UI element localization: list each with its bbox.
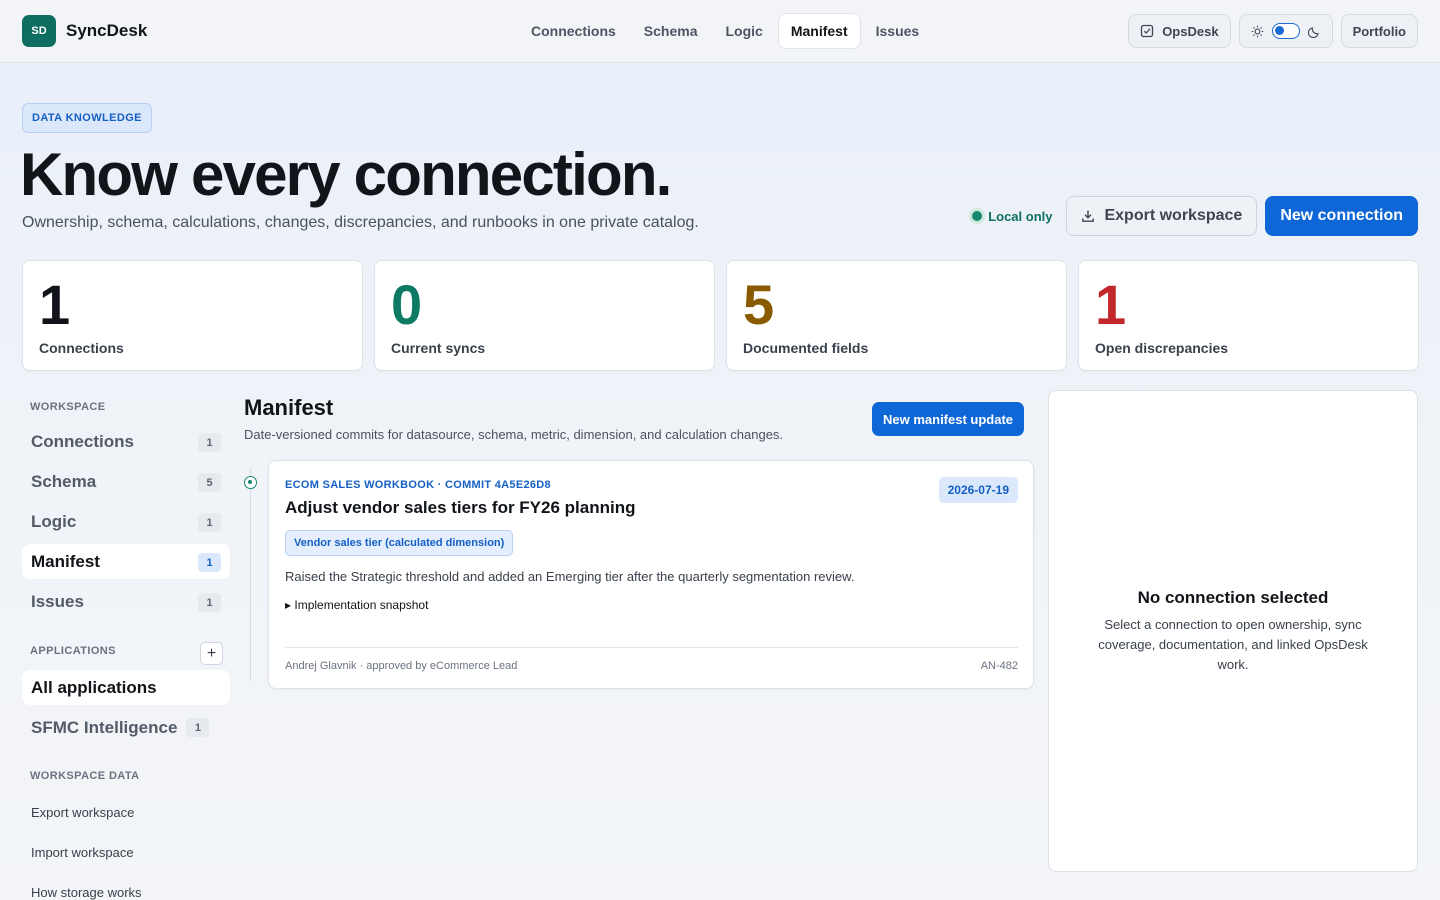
sidebar-item-label: Manifest — [31, 551, 100, 571]
count-badge: 1 — [198, 593, 221, 612]
count-badge: 5 — [198, 473, 221, 492]
sidebar-item-label: Connections — [31, 431, 134, 451]
connection-detail-panel: No connection selected Select a connecti… — [1048, 390, 1418, 872]
hero-eyebrow: DATA KNOWLEDGE — [22, 103, 152, 133]
portfolio-button[interactable]: Portfolio — [1340, 14, 1418, 48]
checkbox-icon — [1140, 24, 1154, 38]
timeline-line — [250, 468, 251, 681]
entry-description: Raised the Strategic threshold and added… — [285, 569, 855, 584]
stat-label: Current syncs — [391, 340, 486, 356]
stat-card-current-syncs: 0 Current syncs — [374, 260, 715, 371]
nav-manifest[interactable]: Manifest — [777, 13, 861, 49]
entry-field-tag[interactable]: Vendor sales tier (calculated dimension) — [285, 530, 514, 556]
export-workspace-button[interactable]: Export workspace — [1066, 196, 1258, 236]
export-workspace-label: Export workspace — [1104, 207, 1243, 224]
import-workspace-link[interactable]: Import workspace — [31, 845, 134, 860]
opsdesk-label: OpsDesk — [1162, 23, 1219, 39]
storage-status: Local only — [972, 209, 1052, 224]
new-connection-button[interactable]: New connection — [1265, 196, 1418, 236]
sidebar-item-label: Logic — [31, 511, 77, 531]
count-badge: 1 — [198, 513, 221, 532]
manifest-entry-card[interactable]: ECOM SALES WORKBOOK · COMMIT 4A5E26D8 20… — [268, 460, 1034, 689]
count-badge: 1 — [198, 433, 221, 452]
stat-label: Documented fields — [743, 340, 869, 356]
stat-value: 0 — [391, 273, 423, 336]
nav-schema[interactable]: Schema — [631, 13, 711, 49]
nav-connections[interactable]: Connections — [518, 13, 629, 49]
sidebar-item-label: All applications — [31, 677, 157, 697]
top-bar: SD SyncDesk Connections Schema Logic Man… — [0, 0, 1440, 63]
logo-badge[interactable]: SD — [22, 15, 56, 47]
implementation-snapshot-toggle[interactable]: ▸ Implementation snapshot — [285, 598, 428, 612]
sidebar-item-connections[interactable]: Connections 1 — [22, 424, 230, 459]
stat-card-open-discrepancies: 1 Open discrepancies — [1078, 260, 1419, 371]
sun-icon — [1251, 25, 1264, 38]
stat-card-connections: 1 Connections — [22, 260, 363, 371]
sidebar-item-label: SFMC Intelligence — [31, 717, 178, 737]
status-dot-icon — [972, 211, 983, 221]
app-name[interactable]: SyncDesk — [66, 21, 147, 41]
count-badge: 1 — [186, 718, 210, 737]
sidebar-item-label: Issues — [31, 591, 84, 611]
stat-value: 1 — [1095, 273, 1127, 336]
timeline-dot-icon — [244, 476, 257, 489]
sidebar-item-all-applications[interactable]: All applications — [22, 670, 230, 705]
sidebar-item-manifest[interactable]: Manifest 1 — [22, 544, 230, 579]
moon-icon — [1307, 25, 1321, 38]
download-icon — [1081, 209, 1095, 223]
stat-value: 1 — [39, 273, 71, 336]
add-application-button[interactable]: + — [200, 642, 223, 665]
opsdesk-button[interactable]: OpsDesk — [1128, 14, 1231, 48]
stat-label: Open discrepancies — [1095, 340, 1229, 356]
entry-author: Andrej Glavnik · approved by eCommerce L… — [285, 660, 518, 672]
nav-issues[interactable]: Issues — [863, 13, 933, 49]
sidebar-item-label: Schema — [31, 471, 97, 491]
stats-row: 1 Connections 0 Current syncs 5 Document… — [22, 260, 1419, 371]
theme-switch[interactable] — [1238, 14, 1333, 48]
nav-logic[interactable]: Logic — [712, 13, 775, 49]
sidebar-item-logic[interactable]: Logic 1 — [22, 504, 230, 539]
stat-label: Connections — [39, 340, 124, 356]
storage-info-link[interactable]: How storage works — [31, 885, 142, 900]
sidebar-heading-workspace: WORKSPACE — [30, 401, 106, 413]
empty-state-text: Select a connection to open ownership, s… — [1098, 617, 1368, 672]
entry-date-badge: 2026-07-19 — [938, 477, 1018, 503]
sidebar-item-sfmc-intelligence[interactable]: SFMC Intelligence 1 — [22, 710, 230, 745]
top-actions: OpsDesk Portfolio — [1128, 14, 1418, 48]
empty-state-title: No connection selected — [1137, 588, 1329, 607]
section-title: Manifest — [244, 395, 334, 420]
sidebar-heading-workspace-data: WORKSPACE DATA — [30, 770, 140, 782]
entry-reference: AN-482 — [980, 660, 1018, 672]
divider — [285, 647, 1018, 648]
page-subtitle: Ownership, schema, calculations, changes… — [22, 214, 699, 231]
storage-status-label: Local only — [988, 208, 1053, 224]
sidebar-item-schema[interactable]: Schema 5 — [22, 464, 230, 499]
entry-title: Adjust vendor sales tiers for FY26 plann… — [285, 498, 636, 517]
theme-toggle[interactable] — [1271, 23, 1300, 39]
stat-value: 5 — [743, 273, 775, 336]
sidebar-heading-applications: APPLICATIONS — [30, 645, 116, 657]
sidebar-item-issues[interactable]: Issues 1 — [22, 584, 230, 619]
stat-card-documented-fields: 5 Documented fields — [726, 260, 1067, 371]
export-workspace-link[interactable]: Export workspace — [31, 805, 134, 820]
hero-actions: Local only Export workspace New connecti… — [972, 196, 1418, 236]
section-subtitle: Date-versioned commits for datasource, s… — [244, 427, 784, 442]
main-nav: Connections Schema Logic Manifest Issues — [518, 13, 932, 49]
entry-commit-label: ECOM SALES WORKBOOK · COMMIT 4A5E26D8 — [285, 479, 551, 491]
count-badge: 1 — [198, 553, 221, 572]
page-title: Know every connection. — [20, 141, 672, 208]
new-manifest-update-button[interactable]: New manifest update — [872, 402, 1025, 436]
